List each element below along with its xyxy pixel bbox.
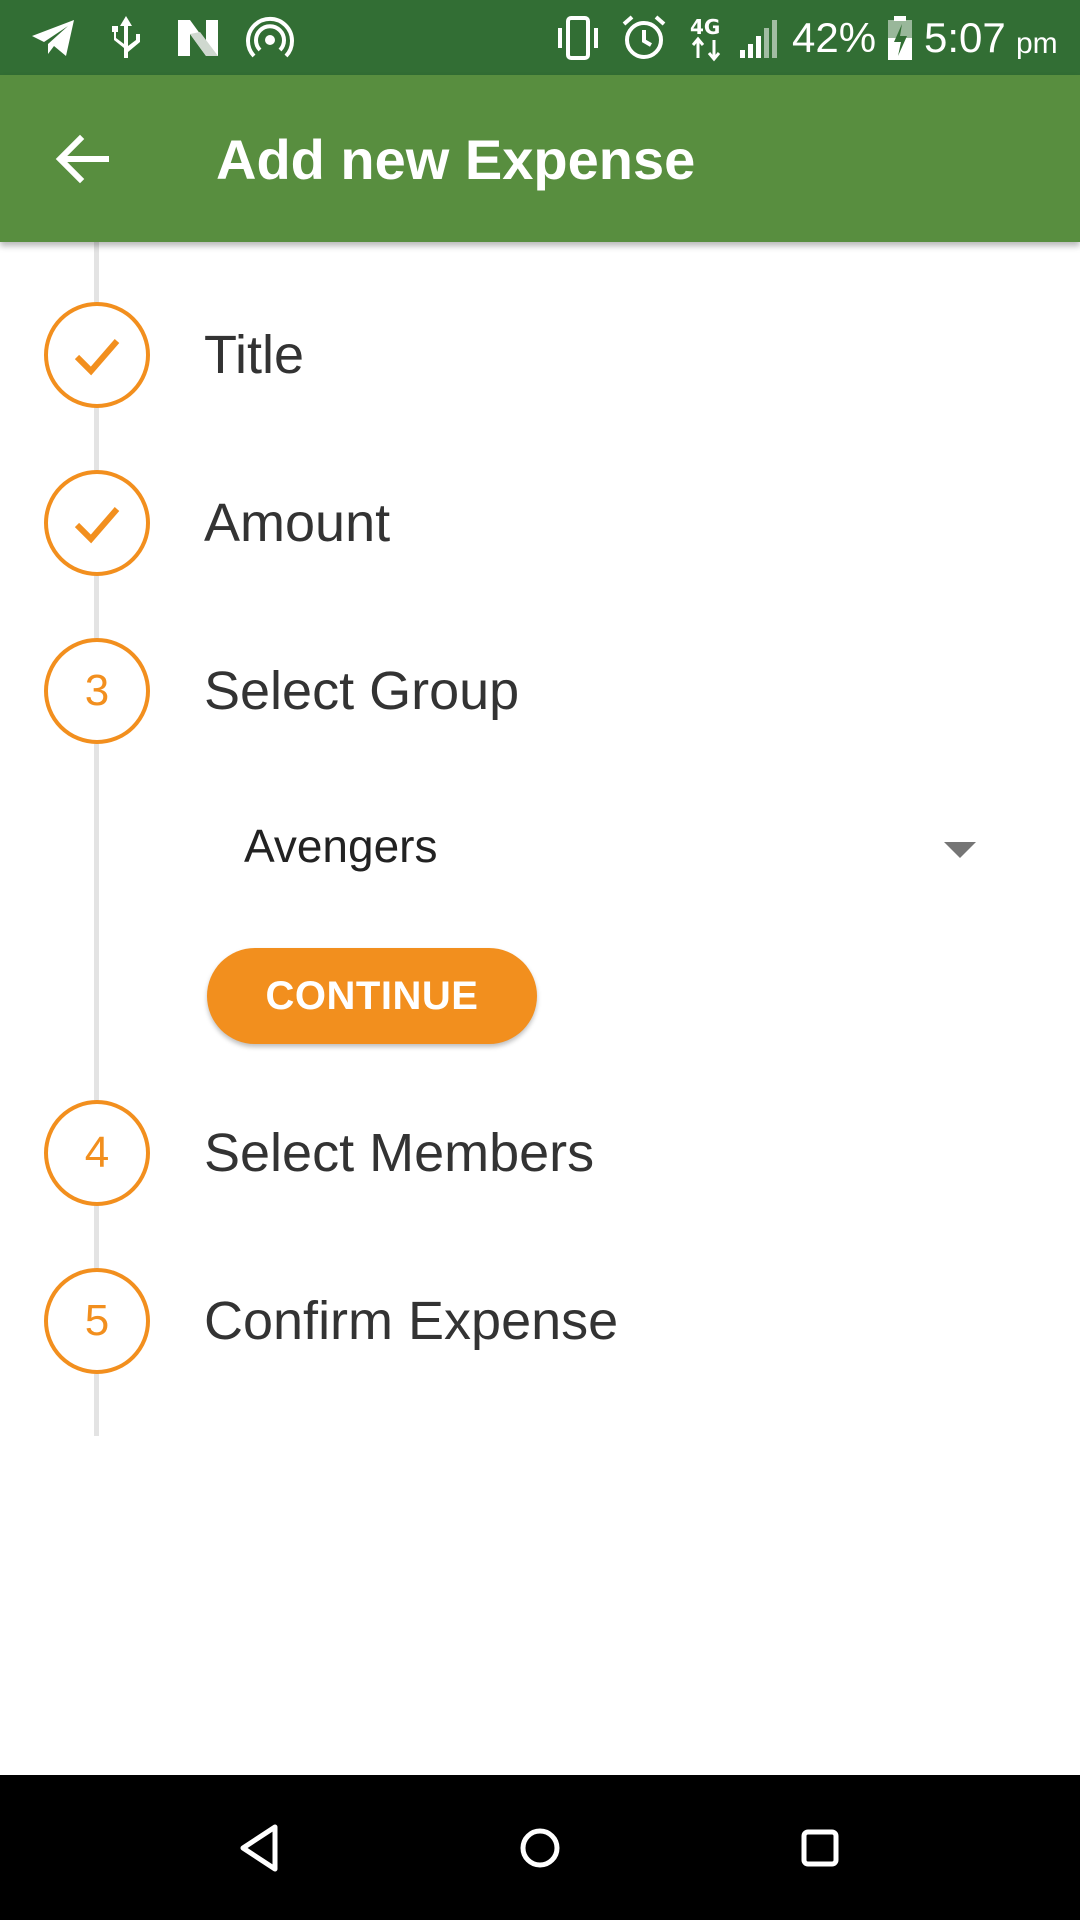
back-button[interactable]	[40, 125, 130, 195]
check-icon	[74, 339, 120, 376]
step-label: Confirm Expense	[204, 1291, 619, 1351]
n-app-icon	[178, 20, 218, 56]
navigation-bar	[0, 1775, 1080, 1920]
status-bar: 4G 42% 5:07 pm	[0, 0, 1080, 75]
clock-time: 5:07	[924, 14, 1006, 61]
step-title[interactable]: Title	[0, 302, 1080, 412]
battery-percent: 42%	[792, 14, 877, 61]
back-triangle-icon[interactable]	[225, 1813, 295, 1883]
page-title: Add new Expense	[216, 128, 696, 191]
stepper: Title Amount 3 Select Group Avengers CON…	[0, 242, 1080, 1775]
step-number: 4	[84, 1128, 110, 1177]
hotspot-icon	[246, 16, 294, 58]
step-select-group[interactable]: 3 Select Group	[0, 638, 1080, 748]
group-dropdown[interactable]: Avengers	[204, 804, 994, 894]
continue-button[interactable]: CONTINUE	[207, 948, 537, 1044]
step-done-circle	[44, 470, 150, 576]
svg-text:4G: 4G	[690, 15, 720, 39]
battery-icon	[888, 16, 912, 60]
alarm-icon	[622, 15, 666, 59]
check-icon	[74, 507, 120, 544]
step-select-members[interactable]: 4 Select Members	[0, 1100, 1080, 1210]
step-number: 3	[84, 666, 110, 715]
step-label: Amount	[204, 493, 391, 553]
step-number: 5	[84, 1296, 110, 1345]
usb-icon	[112, 16, 140, 58]
home-circle-icon[interactable]	[505, 1813, 575, 1883]
arrow-back-icon	[55, 134, 109, 184]
step-number-circle: 5	[44, 1268, 150, 1374]
step-done-circle	[44, 302, 150, 408]
stepper-line	[94, 242, 99, 1436]
group-dropdown-value: Avengers	[244, 820, 438, 872]
clock-suffix: pm	[1016, 27, 1058, 60]
step-label: Select Members	[204, 1123, 595, 1183]
step-confirm-expense[interactable]: 5 Confirm Expense	[0, 1268, 1080, 1378]
step-amount[interactable]: Amount	[0, 470, 1080, 580]
telegram-icon	[32, 20, 74, 56]
4g-data-icon: 4G	[690, 15, 720, 62]
step-number-circle: 4	[44, 1100, 150, 1206]
step-label: Title	[204, 325, 305, 385]
step-label: Select Group	[204, 661, 520, 721]
step-number-circle: 3	[44, 638, 150, 744]
signal-icon	[740, 20, 777, 58]
app-bar: Add new Expense	[0, 75, 1080, 242]
vibrate-icon	[558, 16, 598, 60]
caret-down-icon	[944, 842, 976, 858]
recents-square-icon[interactable]	[785, 1813, 855, 1883]
